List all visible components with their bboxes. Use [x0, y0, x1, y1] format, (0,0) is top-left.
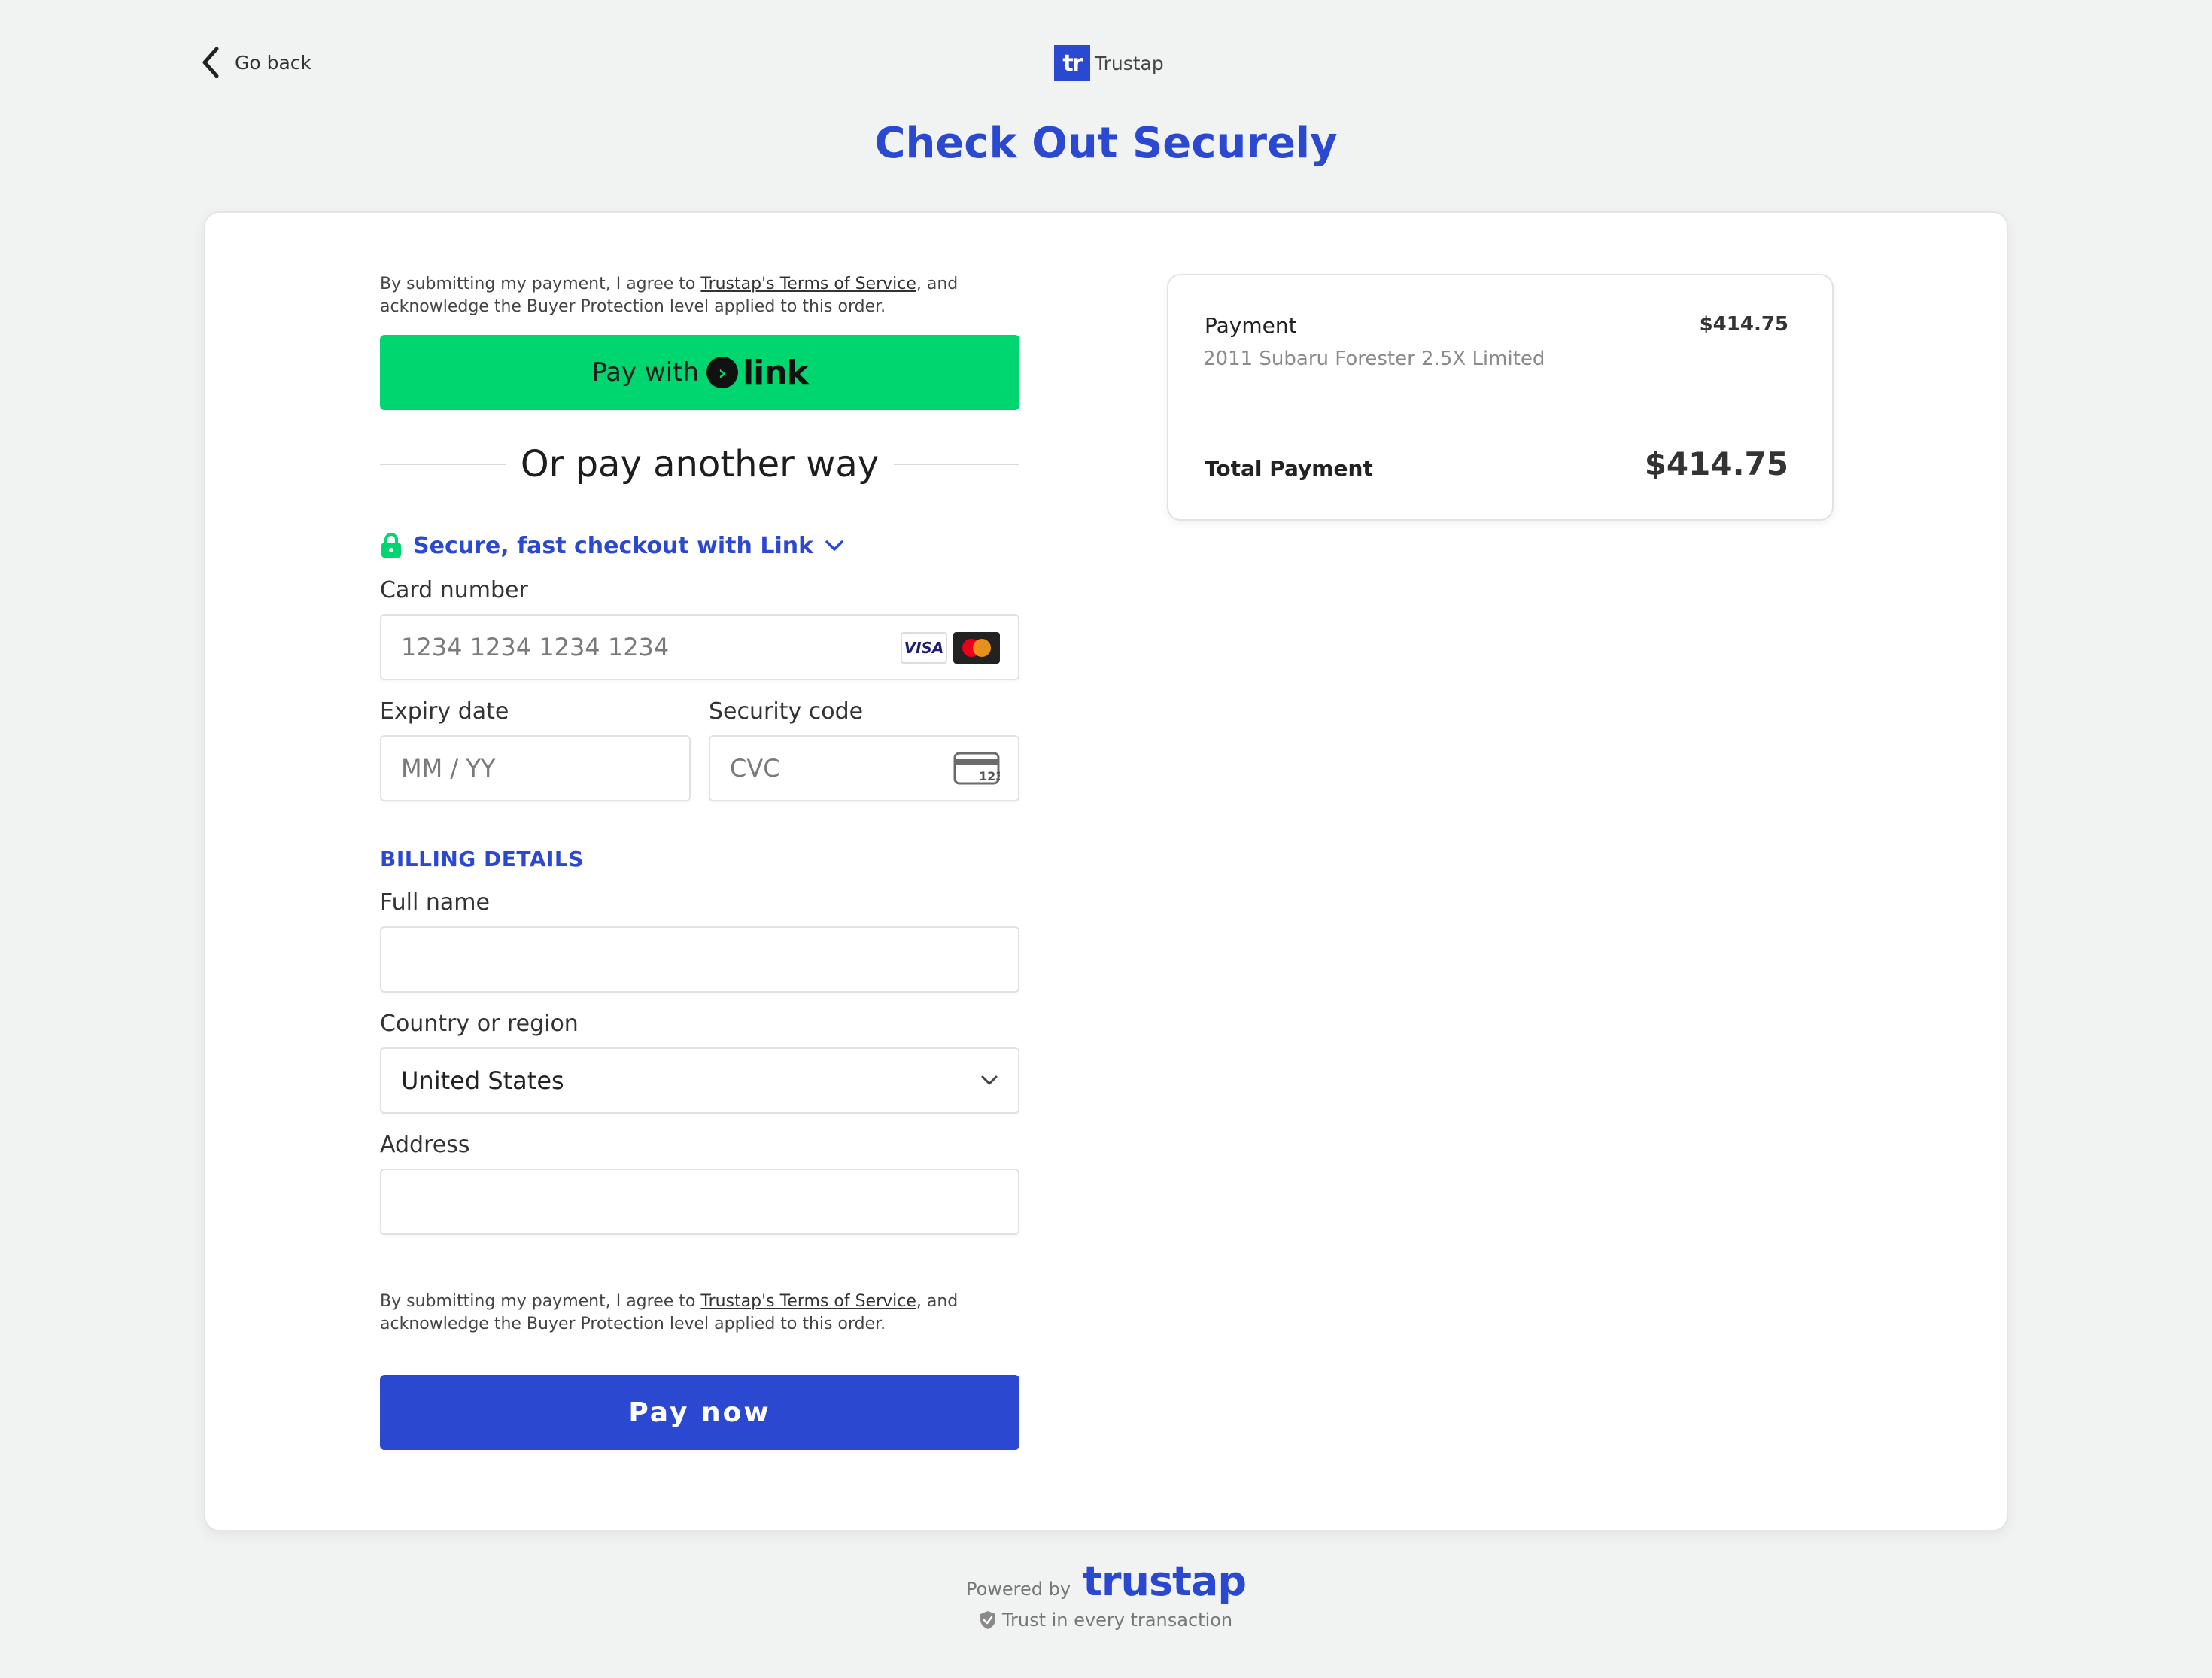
country-select[interactable]: United States	[380, 1047, 1019, 1114]
total-payment-label: Total Payment	[1205, 456, 1373, 481]
secure-checkout-link-toggle[interactable]: Secure, fast checkout with Link	[380, 532, 1019, 559]
billing-details-heading: BILLING DETAILS	[380, 847, 584, 871]
chevron-left-icon	[202, 47, 219, 78]
terms-text-bottom: By submitting my payment, I agree to Tru…	[380, 1290, 1019, 1336]
pay-now-button[interactable]: Pay now	[380, 1375, 1019, 1450]
address-input[interactable]	[380, 1169, 1019, 1235]
mastercard-icon	[953, 632, 1000, 664]
top-bar: Go back tr Trustap	[0, 0, 2212, 128]
powered-by: Powered by trustap	[965, 1558, 1247, 1605]
visa-icon: VISA	[901, 632, 947, 664]
secure-checkout-text: Secure, fast checkout with Link	[413, 532, 814, 559]
item-name: 2011 Subaru Forester 2.5X Limited	[1203, 348, 1545, 370]
card-number-input[interactable]: 1234 1234 1234 1234 VISA	[380, 614, 1019, 680]
trustap-wordmark: trustap	[1083, 1558, 1247, 1605]
country-label: Country or region	[380, 1011, 579, 1037]
page-title: Check Out Securely	[874, 119, 1338, 168]
total-payment-amount: $414.75	[1644, 445, 1788, 482]
card-number-placeholder: 1234 1234 1234 1234	[401, 633, 670, 661]
divider-text: Or pay another way	[520, 443, 880, 485]
terms-prefix: By submitting my payment, I agree to	[380, 1292, 701, 1311]
terms-suffix: , and	[916, 1292, 959, 1311]
link-brand-text: link	[743, 353, 809, 392]
terms-line2: acknowledge the Buyer Protection level a…	[380, 1315, 886, 1333]
cvc-card-icon: 123	[953, 752, 1000, 785]
terms-suffix: , and	[916, 275, 959, 293]
brand-name: Trustap	[1095, 52, 1164, 74]
divider-line-right	[894, 464, 1019, 465]
go-back-label: Go back	[235, 51, 312, 74]
payment-label: Payment	[1205, 313, 1297, 338]
footer: Powered by trustap Trust in every transa…	[0, 1558, 2212, 1631]
go-back-button[interactable]: Go back	[200, 45, 311, 80]
link-arrow-icon: ›	[706, 357, 739, 388]
security-code-label: Security code	[709, 698, 864, 725]
expiry-date-input[interactable]: MM / YY	[380, 735, 691, 801]
security-code-input[interactable]: CVC 123	[709, 735, 1019, 801]
chevron-down-icon	[825, 540, 843, 551]
expiry-placeholder: MM / YY	[401, 754, 496, 783]
terms-text-top: By submitting my payment, I agree to Tru…	[380, 273, 1019, 318]
terms-of-service-link[interactable]: Trustap's Terms of Service	[700, 1292, 916, 1311]
country-value: United States	[401, 1066, 564, 1095]
powered-by-label: Powered by	[965, 1579, 1071, 1600]
chevron-down-icon	[981, 1075, 998, 1085]
payment-form: By submitting my payment, I agree to Tru…	[380, 273, 1019, 1450]
trustap-logo-icon: tr	[1054, 45, 1090, 81]
divider-line-left	[380, 464, 506, 465]
terms-of-service-link[interactable]: Trustap's Terms of Service	[700, 275, 916, 293]
pay-with-link-button[interactable]: Pay with › link	[380, 335, 1019, 410]
expiry-date-label: Expiry date	[380, 698, 509, 725]
cvc-icon-text: 123	[979, 769, 1000, 783]
or-divider: Or pay another way	[380, 443, 1019, 485]
tagline: Trust in every transaction	[0, 1610, 2212, 1631]
shield-check-icon	[980, 1611, 995, 1629]
cvc-placeholder: CVC	[730, 754, 780, 783]
payment-amount: $414.75	[1699, 313, 1788, 336]
order-summary: Payment $414.75 2011 Subaru Forester 2.5…	[1167, 274, 1834, 521]
expiry-cvc-row: Expiry date MM / YY Security code CVC 12…	[380, 680, 1019, 801]
pay-with-label: Pay with	[591, 357, 700, 388]
full-name-label: Full name	[380, 889, 490, 916]
lock-icon	[381, 533, 401, 558]
card-brand-logos: VISA	[901, 632, 1000, 664]
checkout-card: By submitting my payment, I agree to Tru…	[204, 211, 2008, 1531]
address-label: Address	[380, 1132, 470, 1158]
brand: tr Trustap	[1054, 45, 1164, 81]
tagline-text: Trust in every transaction	[1001, 1610, 1233, 1631]
card-number-label: Card number	[380, 577, 528, 603]
terms-line2: acknowledge the Buyer Protection level a…	[380, 297, 886, 316]
terms-prefix: By submitting my payment, I agree to	[380, 275, 701, 293]
full-name-input[interactable]	[380, 926, 1019, 993]
